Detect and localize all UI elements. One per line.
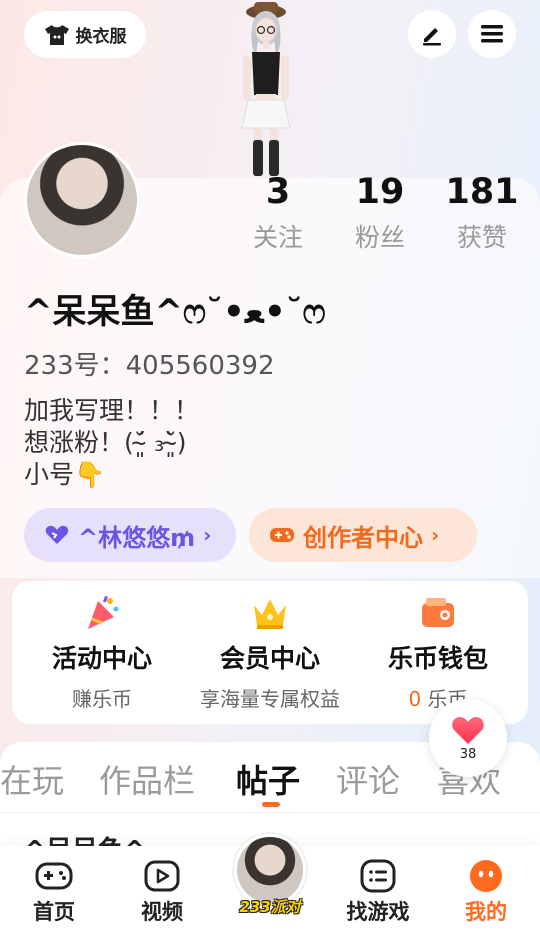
nav-mine[interactable]: 我的 — [441, 858, 531, 926]
party-label: 233派对 — [239, 898, 301, 916]
activity-center[interactable]: 活动中心 赚乐币 — [16, 593, 188, 712]
member-center[interactable]: 会员中心 享海量专属权益 — [184, 593, 356, 712]
coin-balance: 0 — [408, 687, 422, 711]
tab-works[interactable]: 作品栏 — [99, 756, 195, 802]
profile-face-icon — [470, 860, 502, 892]
coin-wallet-title: 乐币钱包 — [387, 644, 488, 673]
tab-divider — [0, 812, 540, 813]
nav-video-label: 视频 — [141, 900, 183, 924]
favorites-bubble[interactable]: 38 — [429, 699, 507, 777]
member-center-title: 会员中心 — [219, 644, 320, 673]
gamepad-icon — [270, 528, 294, 542]
nav-home[interactable]: 首页 — [9, 858, 99, 926]
heart-link-icon — [45, 525, 69, 544]
tab-comments[interactable]: 评论 — [336, 756, 400, 802]
pen-icon — [423, 28, 441, 46]
likes-label: 获赞 — [456, 223, 507, 252]
change-outfit-button[interactable]: 换衣服 — [24, 11, 146, 58]
chevron-right-icon: › — [431, 523, 440, 547]
linked-account-name: ^林悠悠₥ — [78, 523, 196, 552]
favorites-count: 38 — [459, 746, 477, 762]
tab-posts[interactable]: 帖子 — [236, 756, 300, 802]
active-tab-indicator — [262, 802, 280, 807]
crown-icon — [254, 599, 286, 629]
tab-playing[interactable]: 在玩 — [0, 756, 64, 802]
heart-icon — [452, 716, 484, 744]
nav-mine-label: 我的 — [465, 900, 507, 924]
party-popper-icon — [88, 595, 119, 629]
activity-center-subtitle: 赚乐币 — [72, 687, 132, 711]
nav-find-games-label: 找游戏 — [346, 900, 410, 924]
hamburger-icon — [481, 25, 503, 43]
avatar-character[interactable] — [210, 0, 320, 180]
nav-party[interactable]: 233派对 — [205, 820, 335, 935]
edit-button[interactable] — [408, 10, 456, 58]
creator-center-label: 创作者中心 — [303, 523, 423, 552]
play-video-icon — [144, 860, 180, 892]
nav-find-games[interactable]: 找游戏 — [333, 858, 423, 926]
chevron-right-icon: › — [203, 523, 212, 547]
change-outfit-label: 换衣服 — [75, 27, 127, 47]
tshirt-icon — [44, 24, 69, 45]
nav-video[interactable]: 视频 — [117, 858, 207, 926]
avatar[interactable] — [24, 142, 140, 258]
creator-center-chip[interactable]: 创作者中心 › — [249, 508, 477, 562]
member-center-subtitle: 享海量专属权益 — [200, 687, 340, 711]
menu-button[interactable] — [468, 10, 516, 58]
nav-home-label: 首页 — [33, 900, 75, 924]
wallet-icon — [422, 598, 454, 627]
nickname: ^呆呆鱼^ෆ˘•ﻌ•˘ෆ — [24, 292, 326, 332]
list-icon — [360, 859, 396, 893]
gamepad-outline-icon — [35, 862, 73, 890]
likes-count: 181 — [445, 172, 519, 212]
linked-account-chip[interactable]: ^林悠悠₥ › — [24, 508, 236, 562]
bio: 加我写理！！！ 想涨粉！(˘̴͈́ ₃˘̴͈̀) 小号👇 — [24, 396, 200, 489]
stat-likes[interactable]: 181 获赞 — [422, 172, 540, 254]
coin-wallet[interactable]: 乐币钱包 0 乐币 — [352, 593, 524, 712]
user-id[interactable]: 233号：405560392 — [24, 345, 275, 382]
activity-center-title: 活动中心 — [51, 644, 152, 673]
